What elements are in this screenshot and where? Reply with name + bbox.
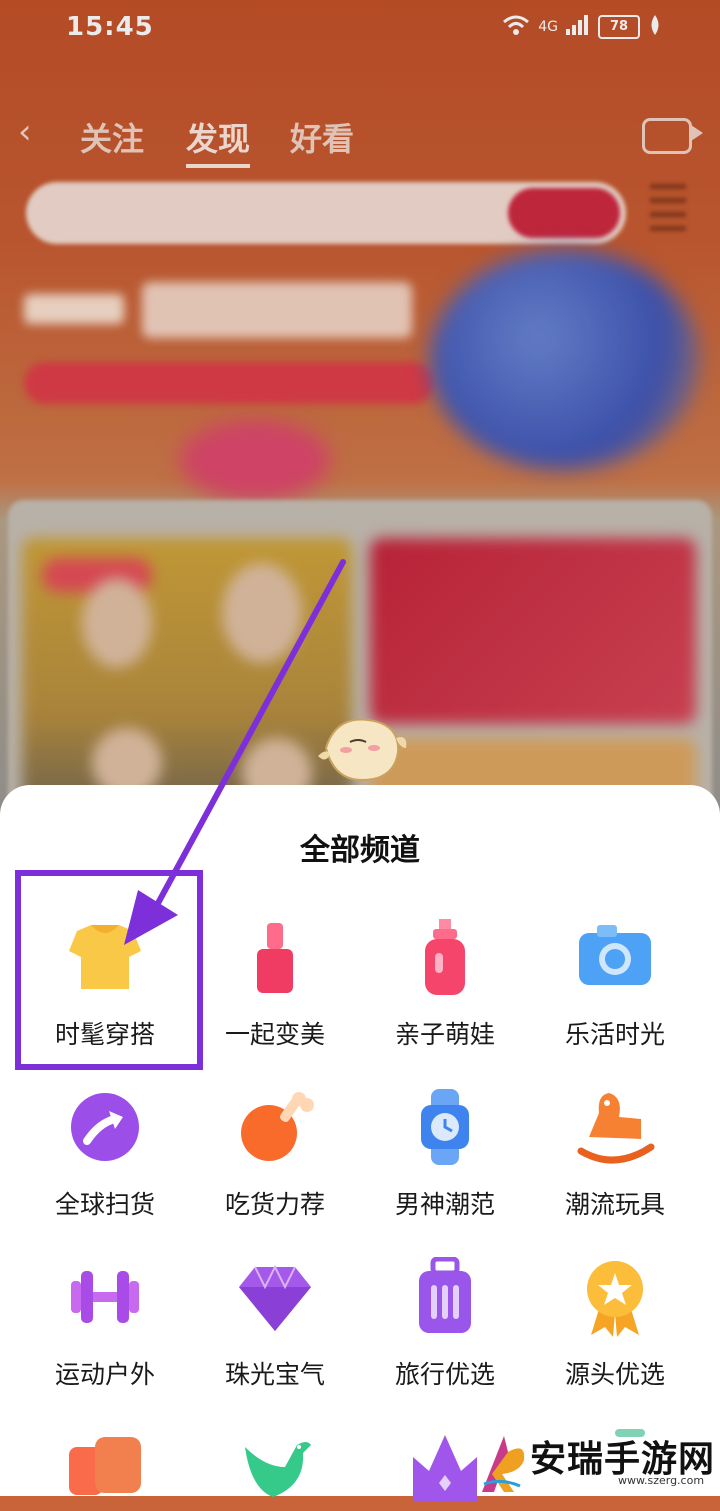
channel-bird[interactable]: [185, 1427, 365, 1497]
channel-mens-style[interactable]: 男神潮范: [355, 1087, 535, 1219]
watermark-logo-icon: [474, 1434, 530, 1494]
drumstick-icon: [235, 1087, 315, 1167]
sheet-title: 全部频道: [300, 833, 420, 868]
watermark-url: www.szerg.com: [618, 1474, 705, 1487]
channel-label: 运动户外: [54, 1360, 155, 1389]
channel-global-shopping[interactable]: 全球扫货: [15, 1087, 195, 1219]
channel-label: 旅行优选: [394, 1360, 495, 1389]
channel-beauty[interactable]: 一起变美: [185, 917, 365, 1049]
rocking-horse-icon: [575, 1087, 655, 1167]
channel-foodie[interactable]: 吃货力荐: [185, 1087, 365, 1219]
channel-label: 珠光宝气: [224, 1360, 325, 1389]
channel-label: 乐活时光: [564, 1020, 665, 1049]
channel-leisure[interactable]: 乐活时光: [525, 917, 705, 1049]
watermark: 安瑞手游网 www.szerg.com: [468, 1424, 720, 1496]
highlight-box: [15, 870, 203, 1070]
channel-label: 吃货力荐: [224, 1190, 325, 1219]
channel-jewelry[interactable]: 珠光宝气: [185, 1257, 365, 1389]
channel-source-select[interactable]: 源头优选: [525, 1257, 705, 1389]
channel-trendy-toys[interactable]: 潮流玩具: [525, 1087, 705, 1219]
channel-sports-outdoor[interactable]: 运动户外: [15, 1257, 195, 1389]
channel-label: 男神潮范: [394, 1190, 495, 1219]
medal-icon: [575, 1257, 655, 1337]
mascot-icon: [316, 708, 408, 788]
dumbbell-icon: [65, 1257, 145, 1337]
truck-icon: [65, 1427, 145, 1507]
diamond-icon: [235, 1257, 315, 1337]
channel-label: 亲子萌娃: [394, 1020, 495, 1049]
baby-bottle-icon: [405, 917, 485, 997]
suitcase-icon: [405, 1256, 485, 1337]
channel-label: 源头优选: [564, 1360, 665, 1389]
channel-truck[interactable]: [15, 1427, 195, 1497]
arrow-globe-icon: [65, 1087, 145, 1167]
channel-label: 潮流玩具: [564, 1190, 665, 1219]
bird-icon: [235, 1427, 315, 1507]
channel-label: 一起变美: [224, 1020, 325, 1049]
channel-parenting[interactable]: 亲子萌娃: [355, 917, 535, 1049]
camera-icon: [575, 917, 655, 997]
watch-icon: [405, 1087, 485, 1167]
channel-label: 全球扫货: [54, 1190, 155, 1219]
channel-travel[interactable]: 旅行优选: [355, 1256, 535, 1389]
lipstick-icon: [235, 917, 315, 997]
